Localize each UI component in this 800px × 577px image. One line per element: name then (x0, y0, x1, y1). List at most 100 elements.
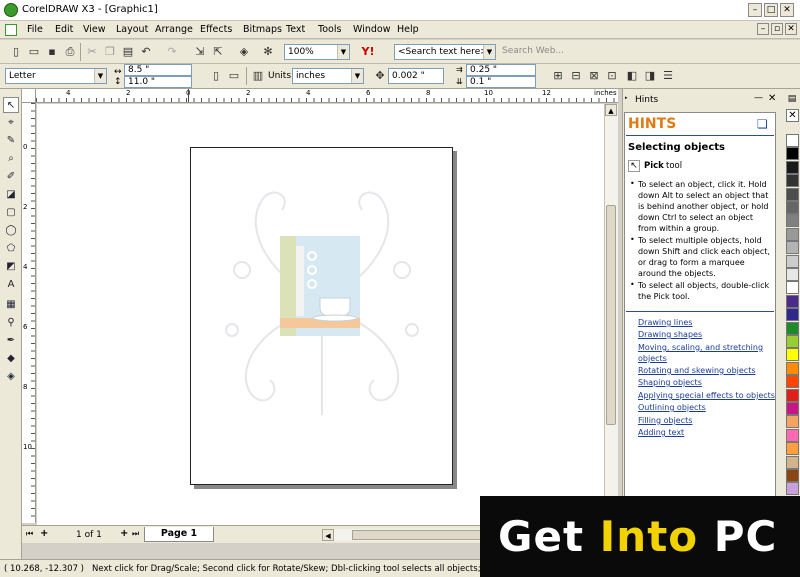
doc-restore-button[interactable]: ▫ (771, 23, 783, 35)
snap-to-guidelines-icon[interactable]: ⊟ (568, 68, 584, 84)
doc-minimize-button[interactable]: – (757, 23, 769, 35)
menu-view[interactable]: View (83, 24, 106, 35)
shape-tool-icon[interactable]: ⌖ (3, 115, 19, 131)
landscape-icon[interactable]: ▭ (226, 68, 242, 84)
minimize-button[interactable]: – (748, 3, 762, 17)
zoom-level-select[interactable]: 100% ▼ (284, 44, 350, 60)
ruler-origin[interactable] (22, 89, 36, 103)
link-drawing-shapes[interactable]: Drawing shapes (638, 330, 702, 339)
link-shaping-objects[interactable]: Shaping objects (638, 378, 702, 387)
color-swatch[interactable] (786, 442, 799, 456)
color-swatch[interactable] (786, 361, 799, 375)
zoom-tool-icon[interactable]: ⌕ (3, 151, 19, 167)
cut-icon[interactable]: ✂ (84, 44, 100, 60)
color-swatch[interactable] (786, 187, 799, 201)
color-swatch[interactable] (786, 415, 799, 429)
palette-menu-icon[interactable]: ▤ (786, 93, 798, 105)
all-pages-icon[interactable]: ▥ (250, 68, 266, 84)
menu-arrange[interactable]: Arrange (155, 24, 193, 35)
color-swatch[interactable] (786, 214, 799, 228)
link-drawing-lines[interactable]: Drawing lines (638, 318, 692, 327)
color-swatch[interactable] (786, 254, 799, 268)
ellipse-tool-icon[interactable]: ◯ (3, 223, 19, 239)
color-swatch[interactable] (786, 321, 799, 335)
menu-window[interactable]: Window (353, 24, 390, 35)
color-swatch[interactable] (786, 134, 799, 147)
eyedropper-tool-icon[interactable]: ⚲ (3, 315, 19, 331)
link-rotating-skewing[interactable]: Rotating and skewing objects (638, 366, 756, 375)
vertical-ruler[interactable]: 0 2 4 6 8 10 (22, 103, 36, 523)
color-swatch[interactable] (786, 147, 799, 161)
color-swatch[interactable] (786, 348, 799, 362)
color-swatch[interactable] (786, 268, 799, 281)
link-outlining-objects[interactable]: Outlining objects (638, 403, 706, 412)
color-swatch[interactable] (786, 174, 799, 188)
menu-file[interactable]: File (27, 24, 43, 35)
color-swatch[interactable] (786, 402, 799, 415)
color-swatch[interactable] (786, 469, 799, 482)
docker-close-icon[interactable]: ✕ (768, 93, 776, 104)
first-page-icon[interactable]: ⏮ (26, 529, 33, 539)
menu-help[interactable]: Help (397, 24, 419, 35)
search-text-input[interactable]: <Search text here> ▼ (394, 44, 496, 60)
open-icon[interactable]: ▭ (26, 44, 42, 60)
color-swatch[interactable] (786, 241, 799, 255)
color-swatch[interactable] (786, 160, 799, 174)
scroll-up-arrow-icon[interactable]: ▲ (605, 104, 617, 116)
color-swatch[interactable] (786, 201, 799, 214)
portrait-icon[interactable]: ▯ (208, 68, 224, 84)
fill-tool-icon[interactable]: ◆ (3, 351, 19, 367)
app-launcher-icon[interactable]: ◈ (236, 44, 252, 60)
menu-text[interactable]: Text (286, 24, 305, 35)
tab-page-1[interactable]: Page 1 (144, 527, 214, 542)
horizontal-scroll-thumb[interactable] (352, 530, 482, 540)
menu-tools[interactable]: Tools (318, 24, 341, 35)
doc-close-button[interactable]: ✕ (785, 23, 797, 35)
horizontal-ruler[interactable]: 4 2 0 2 4 6 8 10 12 inches (36, 89, 618, 103)
document-icon[interactable] (5, 24, 17, 36)
page-height-field[interactable]: 11.0 " (124, 76, 192, 88)
import-icon[interactable]: ⇲ (192, 44, 208, 60)
color-swatch[interactable] (786, 375, 799, 389)
color-swatch[interactable] (786, 335, 799, 348)
copy-icon[interactable]: ❐ (102, 44, 118, 60)
add-page-before-icon[interactable]: + (40, 528, 48, 539)
dynamic-guides-icon[interactable]: ⊡ (604, 68, 620, 84)
undo-icon[interactable]: ↶ (138, 44, 154, 60)
last-page-icon[interactable]: ⏭ (132, 529, 139, 539)
add-page-after-icon[interactable]: + (120, 528, 128, 539)
color-swatch[interactable] (786, 428, 799, 442)
close-button[interactable]: ✕ (780, 3, 794, 17)
duplicate-y-field[interactable]: 0.1 " (466, 76, 536, 88)
scroll-left-arrow-icon[interactable]: ◀ (322, 529, 334, 541)
freehand-tool-icon[interactable]: ✐ (3, 169, 19, 185)
interactive-fill-tool-icon[interactable]: ◈ (3, 369, 19, 385)
color-swatch[interactable] (786, 308, 799, 322)
new-icon[interactable]: ▯ (8, 44, 24, 60)
menu-edit[interactable]: Edit (55, 24, 73, 35)
paper-type-select[interactable]: Letter ▼ (5, 68, 107, 84)
smart-fill-tool-icon[interactable]: ◪ (3, 187, 19, 203)
units-select[interactable]: inches ▼ (292, 68, 364, 84)
options-icon[interactable]: ◨ (642, 68, 658, 84)
nudge-distance-field[interactable]: 0.002 " (388, 68, 444, 84)
snap-to-objects-icon[interactable]: ⊠ (586, 68, 602, 84)
no-fill-swatch-icon[interactable]: ✕ (786, 109, 799, 122)
color-swatch[interactable] (786, 455, 799, 469)
rectangle-tool-icon[interactable]: ▢ (3, 205, 19, 221)
align-icon[interactable]: ☰ (660, 68, 676, 84)
pick-tool-icon[interactable]: ↖ (3, 97, 19, 113)
text-tool-icon[interactable]: A (3, 277, 19, 293)
welcome-screen-icon[interactable]: ✻ (260, 44, 276, 60)
redo-icon[interactable]: ↷ (164, 44, 180, 60)
polygon-tool-icon[interactable]: ⬠ (3, 241, 19, 257)
link-special-effects[interactable]: Applying special effects to objects (638, 391, 775, 400)
save-icon[interactable]: ▪ (44, 44, 60, 60)
page-width-field[interactable]: 8.5 " (124, 64, 192, 76)
menu-bitmaps[interactable]: Bitmaps (243, 24, 282, 35)
basic-shapes-tool-icon[interactable]: ◩ (3, 259, 19, 275)
color-swatch[interactable] (786, 482, 799, 496)
yahoo-icon[interactable]: Y! (360, 44, 376, 60)
link-filling-objects[interactable]: Filling objects (638, 416, 692, 425)
outline-tool-icon[interactable]: ✒ (3, 333, 19, 349)
